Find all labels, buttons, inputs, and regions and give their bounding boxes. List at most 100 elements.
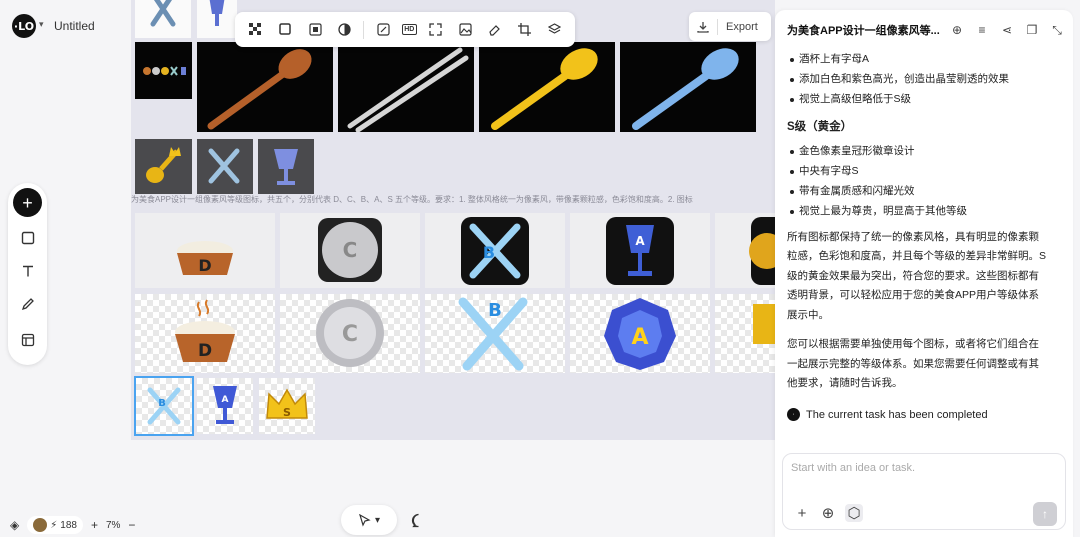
rank-s-gold-partial[interactable]	[715, 213, 775, 288]
svg-text:D: D	[198, 341, 212, 361]
crystal-spoon-image[interactable]	[620, 42, 756, 132]
crown-s-thumb[interactable]: S	[259, 378, 315, 434]
add-icon[interactable]: +	[13, 188, 42, 217]
lightning-icon: ⚡	[50, 519, 58, 531]
rank-c-coin-transparent[interactable]: C	[280, 294, 420, 373]
zoom-in-button[interactable]: +	[91, 518, 98, 532]
bottom-status-bar: ◈ ⚡ 188 + 7% −	[10, 514, 135, 536]
download-icon	[697, 21, 709, 33]
task-status: · The current task has been completed	[787, 408, 988, 421]
bronze-spoon-image[interactable]	[197, 42, 333, 132]
rank-d-bowl-icon[interactable]: D	[135, 213, 275, 288]
chat-panel: 为美食APP设计一组像素风等... ⊕ ≡ ⋖ ❐ ⤡ 酒杯上有字母A 添加白色…	[775, 10, 1073, 537]
icon-set-thumb[interactable]	[135, 42, 192, 99]
svg-text:C: C	[342, 322, 358, 347]
crop-icon[interactable]	[513, 19, 535, 41]
collapse-icon[interactable]: ⤡	[1049, 22, 1065, 38]
upscale-icon[interactable]	[304, 19, 326, 41]
credits-count: 188	[60, 519, 77, 531]
layers-icon[interactable]	[543, 19, 565, 41]
goblet-thumb[interactable]	[197, 0, 237, 38]
hd-icon[interactable]: HD	[401, 24, 417, 35]
add-attachment-icon[interactable]: +	[793, 504, 811, 522]
layers-panel-icon[interactable]: ◈	[10, 518, 19, 532]
expand-icon[interactable]	[424, 19, 446, 41]
toolbar-divider	[363, 20, 365, 39]
send-button[interactable]: ↑	[1033, 502, 1057, 526]
globe-icon[interactable]: ⊕	[819, 504, 837, 522]
rank-a-goblet-icon[interactable]: A	[570, 213, 710, 288]
goblet-gray-thumb[interactable]	[258, 139, 314, 194]
credits-badge[interactable]: ⚡ 188	[27, 516, 83, 534]
rank-a-gem-transparent[interactable]: A	[570, 294, 710, 373]
rank-d-letter: D	[198, 256, 211, 275]
list-item: 添加白色和紫色高光，创造出晶莹剔透的效果	[787, 70, 1049, 90]
export-label: Export	[726, 20, 758, 33]
model-cube-icon[interactable]: ⬡	[845, 504, 863, 522]
chat-input[interactable]	[791, 462, 1051, 474]
list-item: 带有金属质感和闪耀光效	[787, 182, 1049, 202]
new-chat-icon[interactable]: ⊕	[949, 22, 965, 38]
comment-button[interactable]	[403, 505, 433, 535]
goblet-a-thumb[interactable]: A	[197, 378, 253, 434]
rank-s-trophy-partial[interactable]	[715, 294, 775, 373]
zoom-control: + 7% −	[91, 518, 135, 532]
followup-paragraph: 您可以根据需要单独使用每个图标，或者将它们组合在一起展示完整的等级体系。如果您需…	[787, 338, 1039, 389]
rank-d-bowl-transparent[interactable]: D	[135, 294, 275, 373]
image-edit-icon[interactable]	[454, 19, 476, 41]
list-item: 金色像素皇冠形徽章设计	[787, 142, 1049, 162]
rank-b-cutlery-transparent[interactable]: B	[425, 294, 565, 373]
canvas-mode-controls: ▾	[341, 505, 433, 535]
app-logo[interactable]: ·LO	[12, 14, 36, 38]
svg-text:A: A	[631, 325, 648, 350]
list-item: 中央有字母S	[787, 162, 1049, 182]
comment-icon	[411, 513, 419, 527]
export-divider	[717, 18, 718, 35]
zoom-out-button[interactable]: −	[128, 518, 135, 532]
rank-s-list: 金色像素皇冠形徽章设计 中央有字母S 带有金属质感和闪耀光效 视觉上最为尊贵，明…	[787, 142, 1049, 222]
canvas[interactable]: 为美食APP设计一组像素风等级图标，共五个，分别代表 D、C、B、A、S 五个等…	[131, 0, 775, 440]
thumb-a-letter: A	[222, 395, 229, 405]
tool-rail: +	[8, 183, 47, 365]
chevron-down-icon[interactable]: ▾	[39, 19, 44, 30]
fork-knife-gray-thumb[interactable]	[197, 139, 253, 194]
crop-frame-icon[interactable]	[274, 19, 296, 41]
rank-b-cutlery-icon[interactable]: B	[425, 213, 565, 288]
frame-tool-icon[interactable]	[13, 223, 42, 252]
select-tool-button[interactable]: ▾	[341, 505, 397, 535]
list-item: 酒杯上有字母A	[787, 50, 1049, 70]
chat-composer: + ⊕ ⬡ ↑	[782, 453, 1066, 530]
silver-chopsticks-image[interactable]	[338, 42, 474, 132]
text-edit-icon[interactable]	[372, 19, 394, 41]
style-icon[interactable]	[334, 19, 356, 41]
export-button[interactable]: Export	[689, 12, 771, 41]
pencil-tool-icon[interactable]	[13, 289, 42, 318]
list-item: 视觉上高级但略低于S级	[787, 90, 1049, 110]
document-title[interactable]: Untitled	[54, 19, 95, 33]
rank-b-letter: B	[483, 243, 495, 262]
cursor-icon	[359, 513, 371, 527]
text-tool-icon[interactable]	[13, 256, 42, 285]
rank-c-coin-icon[interactable]: C	[280, 213, 420, 288]
avatar	[33, 518, 48, 532]
remove-bg-icon[interactable]	[245, 19, 267, 41]
rank-s-heading: S级（黄金）	[787, 121, 853, 133]
eraser-icon[interactable]	[484, 19, 506, 41]
layout-tool-icon[interactable]	[13, 325, 42, 354]
chat-header: 为美食APP设计一组像素风等... ⊕ ≡ ⋖ ❐ ⤡	[775, 10, 1073, 50]
thumb-s-letter: S	[283, 406, 291, 419]
gold-spoon-image[interactable]	[479, 42, 615, 132]
image-toolbar: HD	[235, 12, 575, 47]
task-status-text: The current task has been completed	[806, 408, 988, 421]
share-icon[interactable]: ⋖	[999, 22, 1015, 38]
rank-a-list: 酒杯上有字母A 添加白色和紫色高光，创造出晶莹剔透的效果 视觉上高级但略低于S级	[787, 50, 1049, 110]
prompt-caption: 为美食APP设计一组像素风等级图标，共五个，分别代表 D、C、B、A、S 五个等…	[131, 195, 693, 204]
window-icon[interactable]: ❐	[1024, 22, 1040, 38]
gold-spoon-crown-thumb[interactable]	[135, 139, 192, 194]
rank-c-letter: C	[343, 238, 358, 262]
history-icon[interactable]: ≡	[974, 22, 990, 38]
cutlery-b-thumb[interactable]: B	[134, 376, 194, 436]
zoom-level[interactable]: 7%	[106, 520, 120, 531]
fork-knife-thumb[interactable]	[135, 0, 191, 38]
chat-title: 为美食APP设计一组像素风等...	[787, 25, 940, 37]
